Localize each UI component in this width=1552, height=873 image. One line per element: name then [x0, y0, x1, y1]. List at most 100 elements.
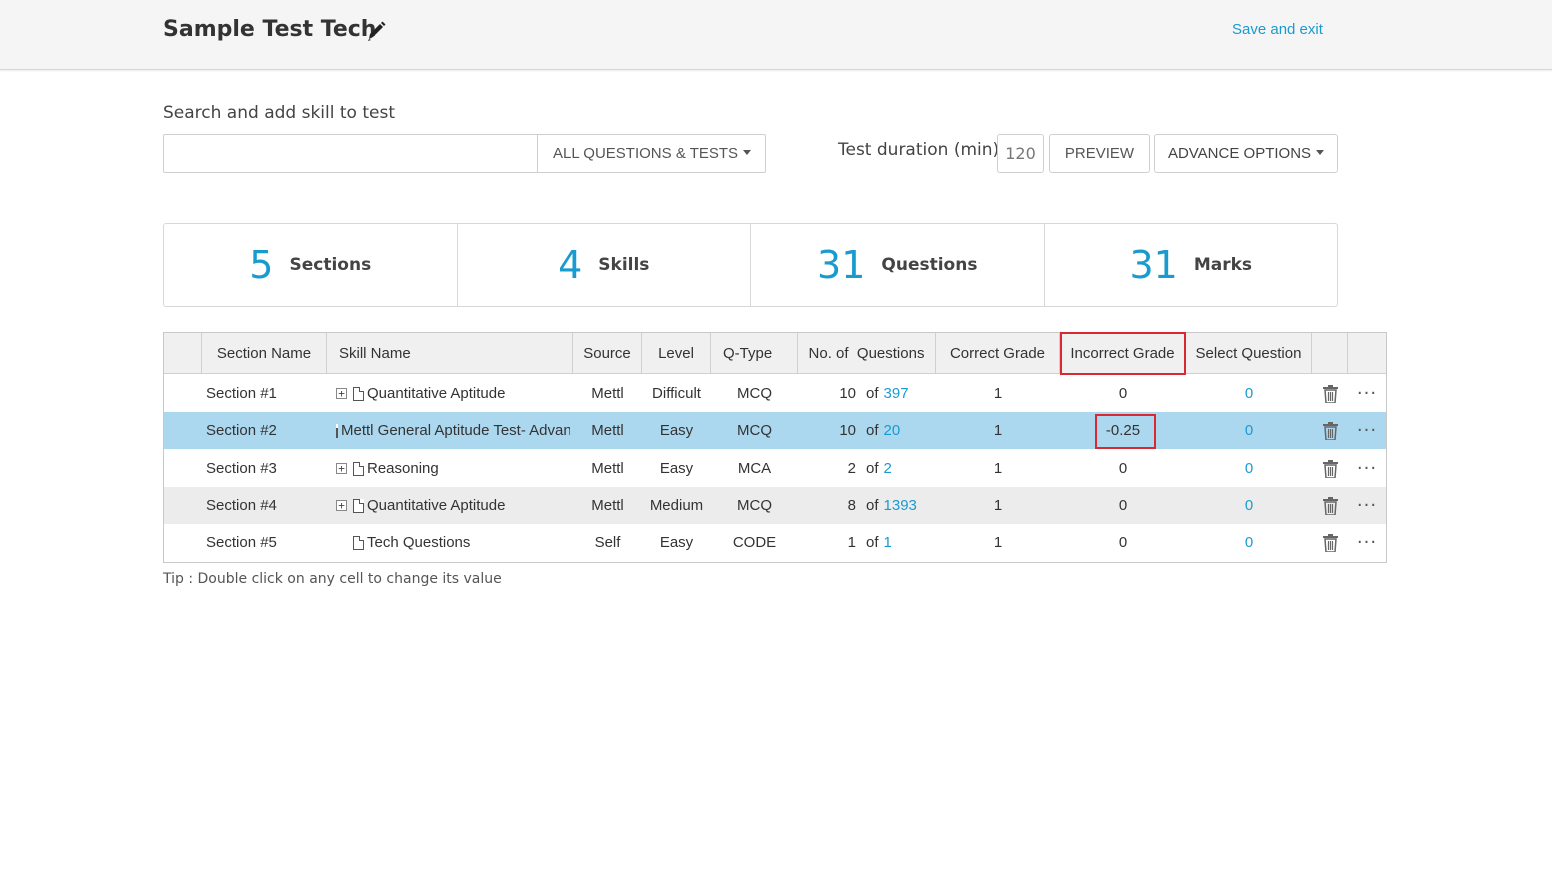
question-count-cell[interactable]: 2 of 2 — [798, 450, 936, 487]
trash-icon[interactable] — [1322, 496, 1339, 515]
of-label: of — [866, 385, 879, 402]
document-icon — [353, 535, 364, 550]
incorrect-grade-cell[interactable]: -0.25 — [1060, 412, 1186, 449]
more-options-icon[interactable]: ··· — [1357, 383, 1377, 404]
section-name-cell[interactable]: Section #5 — [206, 524, 327, 561]
table-row[interactable]: Section #2 Mettl General Aptitude Test- A… — [164, 412, 1386, 449]
incorrect-grade-cell[interactable]: 0 — [1060, 524, 1186, 561]
table-row[interactable]: Section #1 + Quantitative Aptitude Mettl Dif… — [164, 375, 1386, 412]
qtype-cell[interactable]: MCQ — [711, 487, 798, 524]
column-header[interactable]: Incorrect Grade — [1060, 333, 1186, 373]
skill-name-cell[interactable]: + Reasoning — [336, 450, 570, 487]
skill-name: Quantitative Aptitude — [367, 385, 506, 402]
preview-button[interactable]: PREVIEW — [1049, 134, 1150, 173]
header-spacer — [1348, 333, 1386, 373]
correct-grade-cell[interactable]: 1 — [936, 524, 1060, 561]
document-icon — [353, 386, 364, 401]
advance-options-label: ADVANCE OPTIONS — [1167, 145, 1312, 162]
question-count-cell[interactable]: 1 of 1 — [798, 524, 936, 561]
column-header[interactable]: Skill Name — [327, 333, 573, 373]
expand-icon[interactable]: + — [336, 500, 347, 511]
total-questions-link[interactable]: 1 — [884, 534, 892, 551]
source-cell[interactable]: Mettl — [573, 375, 642, 412]
total-questions-link[interactable]: 20 — [884, 422, 901, 439]
trash-icon[interactable] — [1322, 384, 1339, 403]
expand-icon[interactable]: + — [336, 388, 347, 399]
duration-input[interactable]: 120 — [997, 134, 1044, 173]
column-header[interactable]: Select Question — [1186, 333, 1312, 373]
skill-name-cell[interactable]: Tech Questions — [336, 524, 570, 561]
more-options-icon[interactable]: ··· — [1357, 532, 1377, 553]
section-name-cell[interactable]: Section #2 — [206, 412, 327, 449]
trash-icon[interactable] — [1322, 421, 1339, 440]
more-options-icon[interactable]: ··· — [1357, 420, 1377, 441]
qtype-cell[interactable]: MCQ — [711, 412, 798, 449]
column-header[interactable]: Level — [642, 333, 711, 373]
level-cell[interactable]: Medium — [642, 487, 711, 524]
column-header[interactable]: Source — [573, 333, 642, 373]
total-questions-link[interactable]: 397 — [884, 385, 909, 402]
delete-cell — [1312, 524, 1348, 561]
select-question-link[interactable]: 0 — [1186, 524, 1312, 561]
level-cell[interactable]: Easy — [642, 524, 711, 561]
source-cell[interactable]: Mettl — [573, 412, 642, 449]
column-header[interactable]: Correct Grade — [936, 333, 1060, 373]
delete-cell — [1312, 412, 1348, 449]
question-count: 1 — [847, 534, 856, 551]
correct-grade-cell[interactable]: 1 — [936, 412, 1060, 449]
total-questions-link[interactable]: 2 — [884, 460, 892, 477]
select-question-link[interactable]: 0 — [1186, 487, 1312, 524]
table-row[interactable]: Section #4 + Quantitative Aptitude Mettl Med… — [164, 487, 1386, 524]
level-cell[interactable]: Difficult — [642, 375, 711, 412]
question-count-cell[interactable]: 10 of 397 — [798, 375, 936, 412]
skill-search-input[interactable] — [164, 135, 537, 172]
source-cell[interactable]: Self — [573, 524, 642, 561]
skill-name: Quantitative Aptitude — [367, 497, 506, 514]
section-name-cell[interactable]: Section #3 — [206, 450, 327, 487]
expand-icon[interactable]: + — [336, 463, 347, 474]
more-options-icon[interactable]: ··· — [1357, 495, 1377, 516]
column-header[interactable]: Q-Type — [711, 333, 798, 373]
pencil-icon[interactable] — [366, 20, 386, 42]
column-header[interactable]: No. of Questions — [798, 333, 936, 373]
table-row[interactable]: Section #5 Tech Questions Self Easy CODE 1 of 1… — [164, 524, 1386, 561]
stat-marks: 31 Marks — [1045, 224, 1338, 306]
qtype-cell[interactable]: MCA — [711, 450, 798, 487]
incorrect-grade-cell[interactable]: 0 — [1060, 450, 1186, 487]
advance-options-button[interactable]: ADVANCE OPTIONS — [1154, 134, 1338, 173]
level-cell[interactable]: Easy — [642, 412, 711, 449]
qtype-cell[interactable]: MCQ — [711, 375, 798, 412]
incorrect-grade-cell[interactable]: 0 — [1060, 375, 1186, 412]
source-cell[interactable]: Mettl — [573, 450, 642, 487]
total-questions-link[interactable]: 1393 — [884, 497, 917, 514]
save-and-exit-link[interactable]: Save and exit — [1232, 21, 1323, 38]
skill-name: Mettl General Aptitude Test- Advanced — [341, 422, 570, 439]
table-row[interactable]: Section #3 + Reasoning Mettl Easy MCA 2 of 2 1 0 0 ·… — [164, 450, 1386, 487]
skill-name-cell[interactable]: Mettl General Aptitude Test- Advanced — [336, 412, 570, 449]
more-options-icon[interactable]: ··· — [1357, 458, 1377, 479]
level-cell[interactable]: Easy — [642, 450, 711, 487]
skill-name-cell[interactable]: + Quantitative Aptitude — [336, 487, 570, 524]
question-count-cell[interactable]: 10 of 20 — [798, 412, 936, 449]
select-question-link[interactable]: 0 — [1186, 375, 1312, 412]
trash-icon[interactable] — [1322, 533, 1339, 552]
stat-label: Skills — [598, 255, 650, 275]
stat-value: 31 — [1129, 243, 1178, 287]
skill-name-cell[interactable]: + Quantitative Aptitude — [336, 375, 570, 412]
section-name-cell[interactable]: Section #4 — [206, 487, 327, 524]
incorrect-grade-cell[interactable]: 0 — [1060, 487, 1186, 524]
section-name-cell[interactable]: Section #1 — [206, 375, 327, 412]
source-cell[interactable]: Mettl — [573, 487, 642, 524]
more-options-cell: ··· — [1348, 412, 1386, 449]
column-header[interactable]: Section Name — [202, 333, 327, 373]
stat-value: 5 — [249, 243, 274, 287]
question-filter-dropdown[interactable]: ALL QUESTIONS & TESTS — [537, 135, 765, 172]
select-question-link[interactable]: 0 — [1186, 412, 1312, 449]
qtype-cell[interactable]: CODE — [711, 524, 798, 561]
question-count-cell[interactable]: 8 of 1393 — [798, 487, 936, 524]
select-question-link[interactable]: 0 — [1186, 450, 1312, 487]
correct-grade-cell[interactable]: 1 — [936, 450, 1060, 487]
correct-grade-cell[interactable]: 1 — [936, 375, 1060, 412]
trash-icon[interactable] — [1322, 459, 1339, 478]
correct-grade-cell[interactable]: 1 — [936, 487, 1060, 524]
